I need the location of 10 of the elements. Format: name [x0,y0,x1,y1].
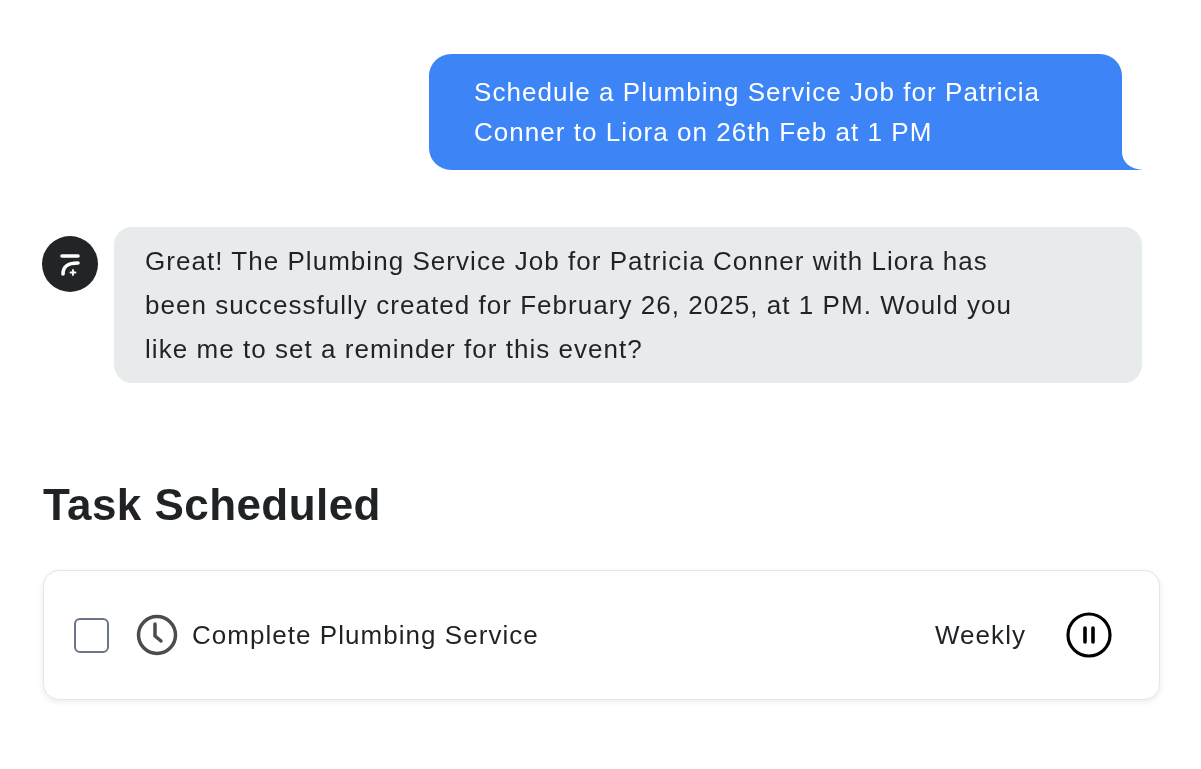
task-title: Complete Plumbing Service [192,618,539,652]
task-frequency: Weekly [935,618,1026,652]
clock-icon [136,614,178,656]
section-title: Task Scheduled [43,479,381,531]
task-checkbox[interactable] [74,617,109,653]
assistant-message: Great! The Plumbing Service Job for Patricia Conner with Liora has been successfully created for February 26, 2025, at 1 PM. Would you like me to set a reminder for this event? [114,227,1142,383]
assistant-logo-icon [42,236,98,292]
pause-button[interactable] [1066,612,1112,658]
user-message: Schedule a Plumbing Service Job for Patricia Conner to Liora on 26th Feb at 1 PM [429,54,1122,170]
bubble-tail-icon [1122,152,1143,170]
